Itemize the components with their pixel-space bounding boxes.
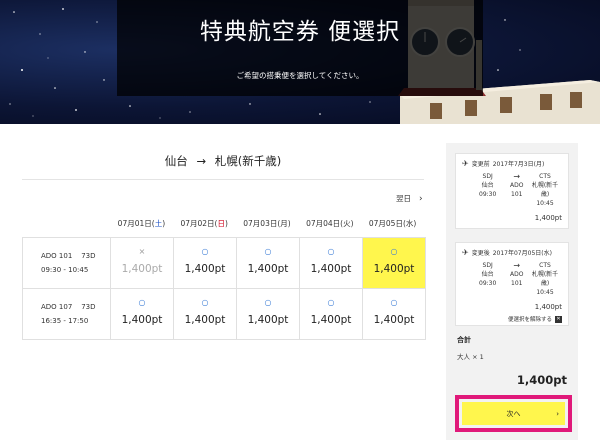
- route-divider: [22, 179, 424, 180]
- available-mark-icon: ○: [201, 298, 209, 307]
- total-label: 合計: [457, 336, 471, 344]
- date-header[interactable]: 07月01日(土): [110, 218, 173, 229]
- fare-price: 1,400pt: [184, 314, 226, 326]
- next-button-label: 次へ: [506, 409, 521, 418]
- departure-info: SDJ 仙台 09:30: [479, 173, 497, 198]
- after-change-card: ✈ 変更後 2017年07月05日(水) SDJ 仙台 09:30 → ADO …: [455, 242, 569, 326]
- before-change-price: 1,400pt: [534, 214, 562, 222]
- flight-arrow-info: → ADO 101: [510, 261, 524, 287]
- flight-time: 16:35 - 17:50: [41, 317, 89, 325]
- table-row: ADO 107 73D 16:35 - 17:50 ○ 1,400pt ○ 1,…: [22, 288, 426, 340]
- route-origin: 仙台: [164, 154, 188, 168]
- airplane-icon: ✈: [462, 159, 469, 168]
- before-change-date: 2017年7月3日(月): [492, 161, 545, 168]
- flight-fare-table: ADO 101 73D 09:30 - 10:45 × 1,400pt ○ 1,…: [22, 237, 426, 340]
- fare-cell-selected[interactable]: ○ 1,400pt: [362, 237, 426, 289]
- date-header[interactable]: 07月03日(月): [236, 218, 299, 229]
- fare-price: 1,400pt: [247, 314, 289, 326]
- flight-info-cell: ADO 101 73D 09:30 - 10:45: [22, 237, 111, 289]
- fare-price: 1,400pt: [121, 314, 163, 326]
- chevron-right-icon: ›: [419, 193, 423, 204]
- fare-price: 1,400pt: [373, 314, 415, 326]
- arrival-info: CTS 札幌(新千歳) 10:45: [531, 262, 559, 296]
- date-header[interactable]: 07月05日(水): [361, 218, 424, 229]
- unavailable-mark-icon: ×: [138, 247, 146, 256]
- page-subtitle: ご希望の搭乗便を選択してください。: [236, 71, 364, 80]
- next-button-highlight: 次へ ›: [455, 395, 572, 432]
- available-mark-icon: ○: [327, 298, 335, 307]
- fare-cell[interactable]: ○ 1,400pt: [236, 288, 300, 340]
- after-change-date: 2017年07月05日(水): [492, 250, 552, 257]
- fare-price: 1,400pt: [373, 263, 415, 275]
- available-mark-icon: ○: [138, 298, 146, 307]
- arrow-right-icon: →: [513, 261, 521, 270]
- date-header[interactable]: 07月02日(日): [173, 218, 236, 229]
- before-change-label: 変更前: [471, 161, 490, 168]
- before-change-card: ✈ 変更前 2017年7月3日(月) SDJ 仙台 09:30 → ADO 10…: [455, 153, 569, 229]
- flight-info-cell: ADO 107 73D 16:35 - 17:50: [22, 288, 111, 340]
- after-change-label: 変更後: [471, 250, 490, 257]
- aircraft-type: 73D: [81, 252, 96, 260]
- cancel-selection-link[interactable]: 便選択を解除する ✕: [462, 315, 562, 323]
- cancel-selection-label: 便選択を解除する: [507, 317, 552, 323]
- fare-price: 1,400pt: [247, 263, 289, 275]
- fare-price: 1,400pt: [310, 263, 352, 275]
- arrival-info: CTS 札幌(新千歳) 10:45: [531, 173, 559, 207]
- after-change-price: 1,400pt: [534, 303, 562, 311]
- route-destination: 札幌(新千歳): [214, 154, 282, 168]
- airplane-icon: ✈: [462, 248, 469, 257]
- flight-arrow-info: → ADO 101: [510, 172, 524, 198]
- table-row: ADO 101 73D 09:30 - 10:45 × 1,400pt ○ 1,…: [22, 237, 426, 289]
- flight-number: ADO 107: [41, 303, 73, 311]
- weekday-label: 月: [280, 219, 288, 228]
- hero-banner: 特典航空券 便選択 ご希望の搭乗便を選択してください。: [0, 0, 600, 124]
- departure-info: SDJ 仙台 09:30: [479, 262, 497, 287]
- page-title: 特典航空券 便選択: [199, 19, 401, 45]
- flight-time: 09:30 - 10:45: [41, 266, 89, 274]
- fare-cell: × 1,400pt: [110, 237, 174, 289]
- aircraft-type: 73D: [81, 303, 96, 311]
- available-mark-icon: ○: [390, 298, 398, 307]
- fare-cell[interactable]: ○ 1,400pt: [299, 237, 363, 289]
- available-mark-icon: ○: [390, 247, 398, 256]
- fare-cell[interactable]: ○ 1,400pt: [173, 237, 237, 289]
- next-day-link[interactable]: 翌日 ›: [396, 193, 423, 204]
- date-header[interactable]: 07月04日(火): [298, 218, 361, 229]
- weekday-label: 日: [217, 219, 225, 228]
- total-price: 1,400pt: [516, 373, 567, 387]
- route-heading: 仙台 → 札幌(新千歳): [22, 153, 424, 169]
- date-header-row: 07月01日(土) 07月02日(日) 07月03日(月) 07月04日(火) …: [110, 218, 424, 229]
- fare-cell[interactable]: ○ 1,400pt: [362, 288, 426, 340]
- fare-cell[interactable]: ○ 1,400pt: [299, 288, 363, 340]
- close-icon: ✕: [555, 315, 562, 323]
- fare-cell[interactable]: ○ 1,400pt: [110, 288, 174, 340]
- passenger-count: 大人 × 1: [457, 353, 484, 361]
- fare-cell[interactable]: ○ 1,400pt: [173, 288, 237, 340]
- route-arrow-icon: →: [196, 154, 207, 168]
- arrow-right-icon: →: [513, 172, 521, 181]
- fare-price: 1,400pt: [184, 263, 226, 275]
- fare-cell[interactable]: ○ 1,400pt: [236, 237, 300, 289]
- flight-number: ADO 101: [41, 252, 73, 260]
- available-mark-icon: ○: [264, 298, 272, 307]
- weekday-label: 火: [343, 219, 351, 228]
- chevron-right-icon: ›: [556, 409, 559, 418]
- fare-price: 1,400pt: [121, 263, 163, 275]
- available-mark-icon: ○: [201, 247, 209, 256]
- next-day-label: 翌日: [396, 194, 411, 203]
- available-mark-icon: ○: [264, 247, 272, 256]
- fare-price: 1,400pt: [310, 314, 352, 326]
- hero-title-panel: 特典航空券 便選択 ご希望の搭乗便を選択してください。: [117, 0, 483, 96]
- available-mark-icon: ○: [327, 247, 335, 256]
- next-button[interactable]: 次へ ›: [462, 402, 565, 425]
